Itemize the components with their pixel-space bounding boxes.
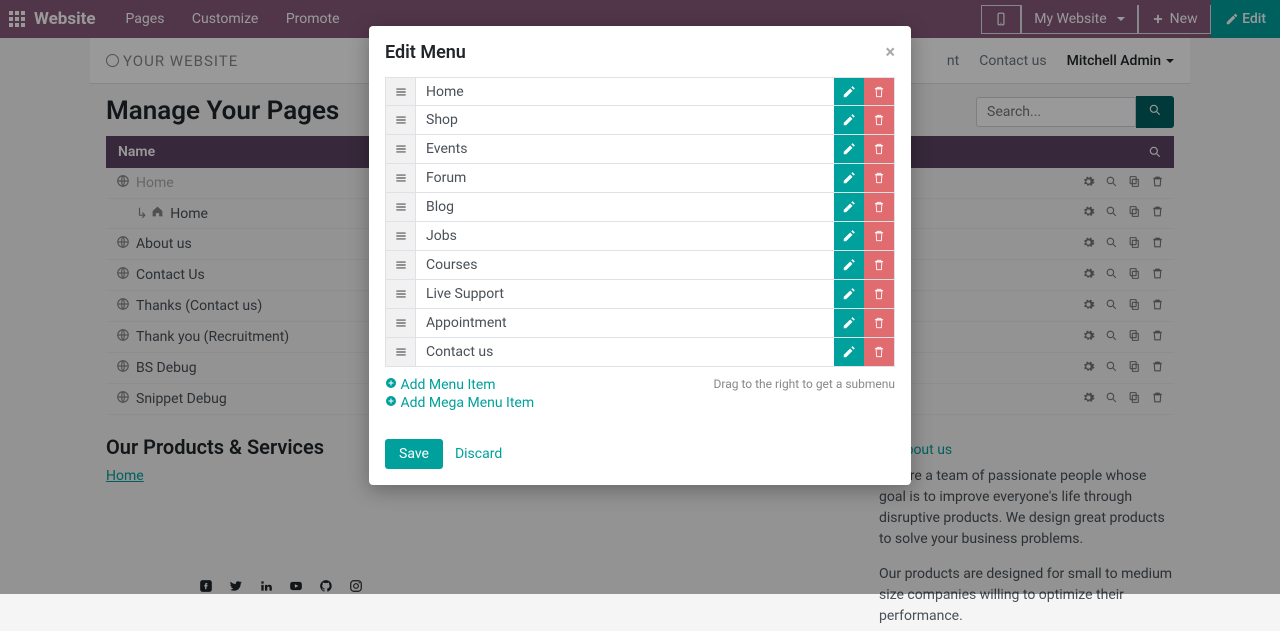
add-menu-item[interactable]: Add Menu Item <box>385 377 534 393</box>
delete-item-button[interactable] <box>864 309 894 337</box>
submenu-hint: Drag to the right to get a submenu <box>714 377 896 391</box>
delete-item-button[interactable] <box>864 251 894 279</box>
edit-item-button[interactable] <box>834 164 864 192</box>
menu-item[interactable]: Appointment <box>385 309 895 338</box>
drag-handle-icon[interactable] <box>386 251 416 279</box>
menu-item-label: Events <box>416 135 834 163</box>
delete-item-button[interactable] <box>864 135 894 163</box>
edit-item-button[interactable] <box>834 106 864 134</box>
edit-item-button[interactable] <box>834 135 864 163</box>
menu-item[interactable]: Shop <box>385 106 895 135</box>
menu-item-label: Jobs <box>416 222 834 250</box>
menu-item[interactable]: Courses <box>385 251 895 280</box>
edit-item-button[interactable] <box>834 222 864 250</box>
menu-item[interactable]: Home <box>385 77 895 106</box>
modal-title: Edit Menu <box>385 42 466 63</box>
menu-item[interactable]: Blog <box>385 193 895 222</box>
add-mega-label: Add Mega Menu Item <box>400 395 534 411</box>
menu-item[interactable]: Jobs <box>385 222 895 251</box>
delete-item-button[interactable] <box>864 338 894 366</box>
discard-button[interactable]: Discard <box>455 446 502 462</box>
add-mega-menu-item[interactable]: Add Mega Menu Item <box>385 395 534 411</box>
delete-item-button[interactable] <box>864 193 894 221</box>
edit-item-button[interactable] <box>834 78 864 105</box>
edit-item-button[interactable] <box>834 280 864 308</box>
menu-item-label: Shop <box>416 106 834 134</box>
close-icon[interactable]: × <box>885 42 895 63</box>
menu-item-label: Contact us <box>416 338 834 366</box>
delete-item-button[interactable] <box>864 222 894 250</box>
drag-handle-icon[interactable] <box>386 193 416 221</box>
edit-item-button[interactable] <box>834 338 864 366</box>
edit-menu-modal: Edit Menu × HomeShopEventsForumBlogJobsC… <box>369 26 911 485</box>
drag-handle-icon[interactable] <box>386 309 416 337</box>
edit-item-button[interactable] <box>834 193 864 221</box>
delete-item-button[interactable] <box>864 280 894 308</box>
menu-item[interactable]: Live Support <box>385 280 895 309</box>
menu-item-label: Appointment <box>416 309 834 337</box>
delete-item-button[interactable] <box>864 78 894 105</box>
menu-item-label: Home <box>416 78 834 105</box>
drag-handle-icon[interactable] <box>386 164 416 192</box>
delete-item-button[interactable] <box>864 106 894 134</box>
drag-handle-icon[interactable] <box>386 135 416 163</box>
menu-item-label: Forum <box>416 164 834 192</box>
edit-item-button[interactable] <box>834 251 864 279</box>
save-button[interactable]: Save <box>385 439 443 469</box>
menu-item-label: Courses <box>416 251 834 279</box>
drag-handle-icon[interactable] <box>386 106 416 134</box>
drag-handle-icon[interactable] <box>386 280 416 308</box>
drag-handle-icon[interactable] <box>386 78 416 105</box>
menu-item-label: Blog <box>416 193 834 221</box>
add-menu-label: Add Menu Item <box>400 377 495 393</box>
menu-item[interactable]: Contact us <box>385 338 895 367</box>
menu-item[interactable]: Forum <box>385 164 895 193</box>
delete-item-button[interactable] <box>864 164 894 192</box>
drag-handle-icon[interactable] <box>386 338 416 366</box>
edit-item-button[interactable] <box>834 309 864 337</box>
drag-handle-icon[interactable] <box>386 222 416 250</box>
menu-item[interactable]: Events <box>385 135 895 164</box>
menu-item-label: Live Support <box>416 280 834 308</box>
